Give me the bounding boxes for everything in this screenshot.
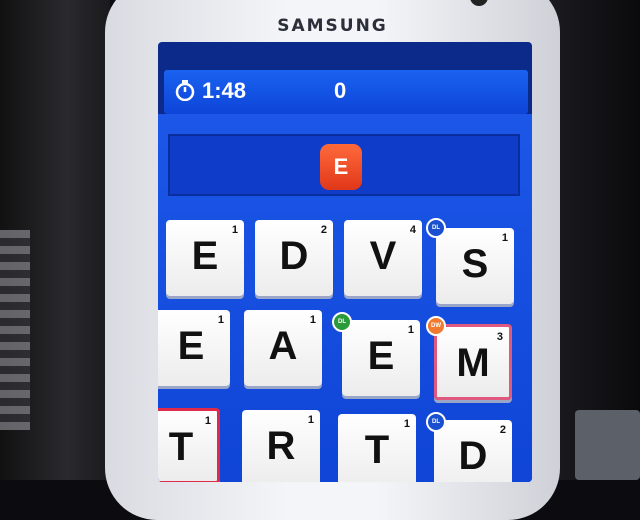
- tile-letter: S: [461, 242, 489, 286]
- letter-tile[interactable]: E 1: [166, 220, 244, 296]
- double-letter-badge: DL: [426, 218, 446, 238]
- tile-letter: R: [266, 424, 296, 468]
- brand-logo: SAMSUNG: [277, 16, 388, 36]
- tile-points: 1: [231, 224, 238, 236]
- selected-letter-tile[interactable]: E: [320, 144, 362, 190]
- tile-letter: D: [279, 234, 309, 278]
- score: 0: [334, 78, 347, 103]
- tile-letter: T: [364, 428, 390, 472]
- letter-tile[interactable]: V 4: [344, 220, 422, 296]
- background-block: [575, 410, 640, 480]
- tile-letter: E: [177, 324, 205, 368]
- word-builder[interactable]: E: [168, 134, 520, 196]
- background-object: [0, 230, 30, 430]
- double-letter-badge: DL: [426, 412, 446, 432]
- tile-points: 1: [403, 418, 410, 430]
- front-camera: [470, 0, 488, 6]
- tile-points: 3: [496, 331, 503, 343]
- letter-tile[interactable]: R 1: [242, 410, 320, 482]
- letter-tile[interactable]: E 1: [342, 320, 420, 396]
- letter-tile[interactable]: A 1: [244, 310, 322, 386]
- tile-letter: E: [191, 234, 219, 278]
- tile-points: 4: [409, 224, 416, 236]
- letter-tile[interactable]: M 3: [434, 324, 512, 400]
- double-letter-badge: DL: [332, 312, 352, 332]
- tile-points: 1: [407, 324, 414, 336]
- stopwatch-icon: [175, 80, 195, 101]
- letter-tile[interactable]: E 1: [158, 310, 230, 386]
- tile-letter: D: [458, 434, 488, 478]
- double-word-badge: DW: [426, 316, 446, 336]
- tile-letter: T: [168, 425, 194, 469]
- timer: 1:48: [202, 78, 247, 103]
- letter-tile[interactable]: D 2: [255, 220, 333, 296]
- letter-tile[interactable]: T 1: [158, 408, 220, 482]
- tile-points: 1: [307, 414, 314, 426]
- letter-tile[interactable]: D 2: [434, 420, 512, 482]
- tile-points: 1: [501, 232, 508, 244]
- tile-letter: A: [268, 324, 298, 368]
- tile-points: 2: [499, 424, 506, 436]
- letter-tile[interactable]: T 1: [338, 414, 416, 482]
- tile-points: 2: [320, 224, 327, 236]
- tile-points: 1: [217, 314, 224, 326]
- game-topbar: 1:48 0: [164, 70, 528, 114]
- tile-points: 1: [204, 415, 211, 427]
- letter-tile[interactable]: S 1: [436, 228, 514, 304]
- tile-letter: V: [369, 234, 397, 278]
- tile-letter: M: [456, 341, 490, 385]
- tile-points: 1: [309, 314, 316, 326]
- tile-letter: E: [367, 334, 395, 378]
- phone-screen: 1:48 0 E E 1 D 2 V 4 S 1 DL E 1 A 1 E 1 …: [158, 42, 532, 482]
- game-board: E E 1 D 2 V 4 S 1 DL E 1 A 1 E 1 DL M 3 …: [158, 114, 532, 482]
